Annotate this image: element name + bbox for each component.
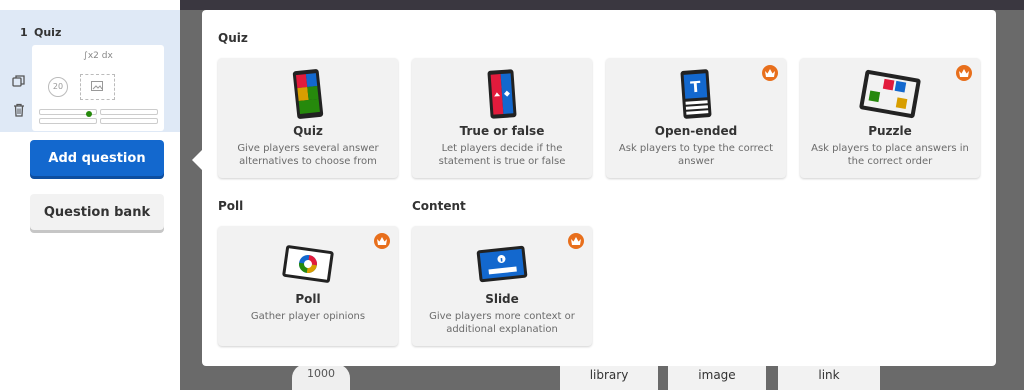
thumbnail-question: ∫x2 dx xyxy=(83,51,113,61)
slide-title: Quiz xyxy=(34,26,62,39)
true-false-icon xyxy=(487,69,517,119)
points-selector: 1000 xyxy=(292,364,350,390)
image-icon xyxy=(91,81,103,91)
open-ended-icon: T xyxy=(680,69,712,119)
card-description: Give players more context or additional … xyxy=(429,311,575,335)
slides-sidebar: 1 Quiz ∫x2 dx 20 Add question Question b… xyxy=(0,0,180,390)
card-title: Open-ended xyxy=(654,124,738,138)
section-title-content: Content xyxy=(412,199,466,213)
true-or-false-card[interactable]: True or false Let players decide if the … xyxy=(412,58,592,178)
modal-pointer xyxy=(192,150,202,170)
card-title: Puzzle xyxy=(868,124,912,138)
thumbnail-answer-3 xyxy=(39,118,97,124)
puzzle-icon xyxy=(859,69,921,119)
question-bank-button[interactable]: Question bank xyxy=(30,194,164,230)
svg-text:T: T xyxy=(690,78,702,97)
trash-icon[interactable] xyxy=(12,103,26,117)
media-buttons: library image link xyxy=(560,362,890,390)
question-type-modal: Quiz Poll Content Quiz Give players seve… xyxy=(202,10,996,366)
section-title-quiz: Quiz xyxy=(218,31,248,45)
slide-icon xyxy=(476,245,528,283)
section-title-poll: Poll xyxy=(218,199,244,213)
poll-icon xyxy=(282,245,334,283)
thumbnail-answer-2 xyxy=(100,109,158,115)
puzzle-card[interactable]: Puzzle Ask players to place answers in t… xyxy=(800,58,980,178)
library-button: library xyxy=(560,362,658,390)
open-ended-card[interactable]: T Open-ended Ask players to type the cor… xyxy=(606,58,786,178)
thumbnail-image-placeholder xyxy=(80,74,115,100)
slide-card[interactable]: Slide Give players more context or addit… xyxy=(412,226,592,346)
card-description: Give players several answer alternatives… xyxy=(237,143,379,167)
card-description: Ask players to place answers in the corr… xyxy=(811,143,969,167)
poll-card[interactable]: Poll Gather player opinions xyxy=(218,226,398,346)
card-title: Poll xyxy=(295,292,321,306)
card-title: Slide xyxy=(485,292,519,306)
slide-number: 1 xyxy=(20,26,28,39)
card-title: True or false xyxy=(459,124,545,138)
quiz-icon xyxy=(292,69,324,119)
thumbnail-timer: 20 xyxy=(48,77,68,97)
slide-item[interactable]: 1 Quiz ∫x2 dx 20 xyxy=(0,10,180,132)
correct-answer-dot xyxy=(86,111,92,117)
slide-thumbnail[interactable]: ∫x2 dx 20 xyxy=(32,45,164,131)
card-title: Quiz xyxy=(293,124,323,138)
add-question-button[interactable]: Add question xyxy=(30,140,164,176)
link-button: link xyxy=(778,362,880,390)
image-button: image xyxy=(668,362,766,390)
card-description: Gather player opinions xyxy=(250,311,366,322)
quiz-card[interactable]: Quiz Give players several answer alterna… xyxy=(218,58,398,178)
card-description: Let players decide if the statement is t… xyxy=(438,143,566,167)
thumbnail-answer-4 xyxy=(100,118,158,124)
card-description: Ask players to type the correct answer xyxy=(618,143,774,167)
duplicate-icon[interactable] xyxy=(12,74,26,88)
